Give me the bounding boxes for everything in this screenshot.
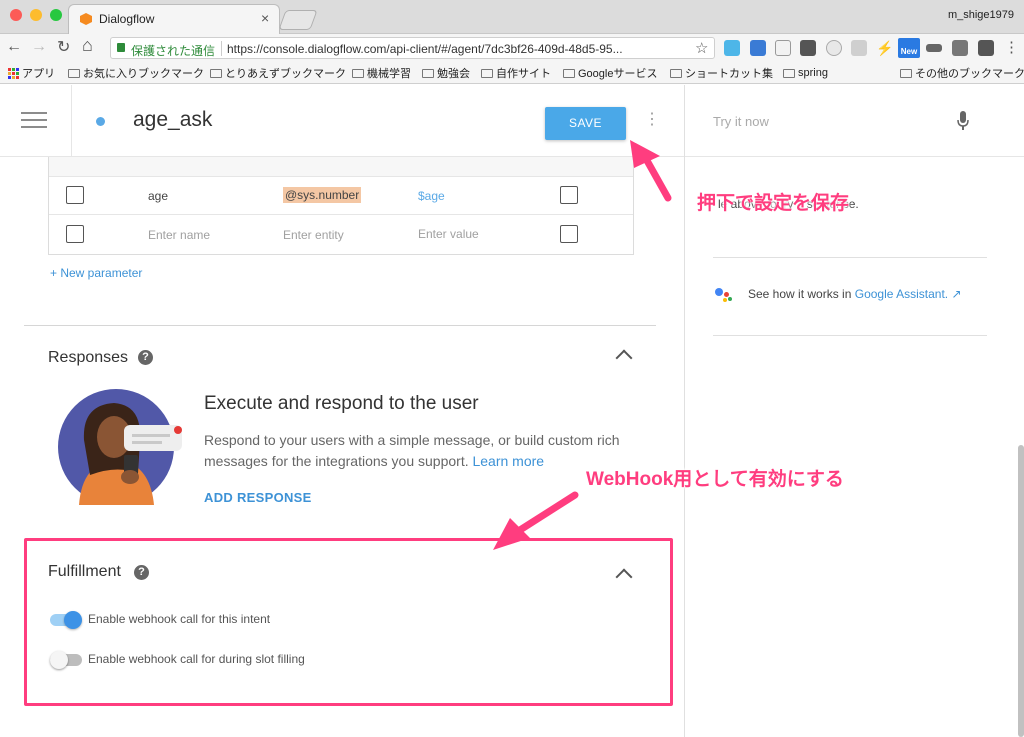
webhook-annotation: WebHook用として有効にする [586,469,844,490]
annotation-arrows [493,140,672,550]
save-annotation: 押下で設定を保存 [697,193,850,214]
